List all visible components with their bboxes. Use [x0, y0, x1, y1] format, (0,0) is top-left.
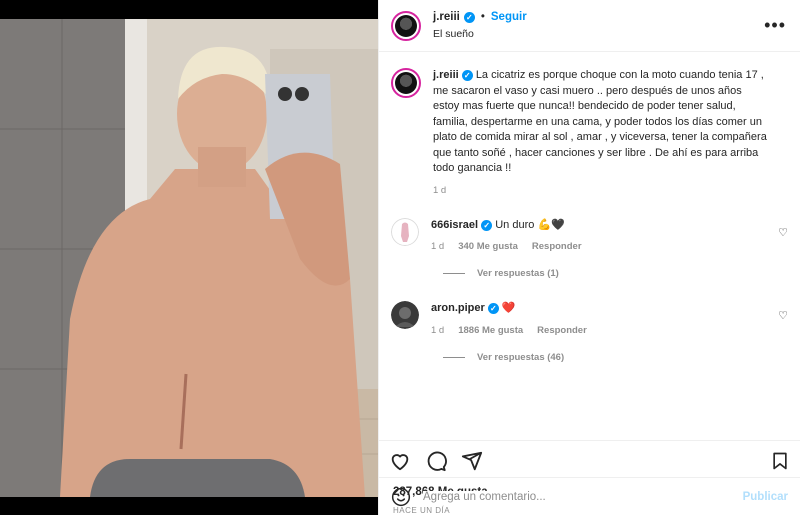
- comment-emoji: 💪🖤: [537, 218, 565, 231]
- bookmark-icon[interactable]: [770, 451, 790, 471]
- view-replies-button[interactable]: Ver respuestas (46): [443, 352, 788, 363]
- verified-icon: ✓: [481, 219, 493, 231]
- caption-time[interactable]: 1 d: [433, 185, 446, 196]
- reply-button[interactable]: Responder: [532, 241, 582, 252]
- comment-text: Un duro: [495, 218, 535, 231]
- comment-item: aron.piper ✓ ❤️ 1 d 1886 Me gusta Respon…: [391, 301, 788, 336]
- caption-text: La cicatriz es porque choque con la moto…: [433, 69, 767, 174]
- comment-username[interactable]: 666israel: [431, 219, 478, 231]
- post-header: j.reiii ✓ • Seguir El sueño •••: [379, 0, 800, 52]
- author-avatar[interactable]: [391, 10, 421, 41]
- commenter-avatar[interactable]: [391, 301, 419, 329]
- replies-divider: [443, 273, 465, 274]
- commenter-avatar[interactable]: [391, 217, 419, 246]
- comment-username[interactable]: aron.piper: [431, 302, 485, 314]
- comment-icon[interactable]: [425, 450, 447, 472]
- follow-button[interactable]: Seguir: [491, 11, 527, 23]
- verified-icon: ✓: [461, 70, 473, 82]
- view-replies-label: Ver respuestas (1): [477, 268, 559, 279]
- verified-icon: ✓: [463, 11, 475, 23]
- comment-item: 666israel ✓ Un duro 💪🖤 1 d 340 Me gusta …: [391, 217, 788, 252]
- separator-dot: •: [480, 11, 485, 23]
- post-actions: [379, 440, 800, 480]
- replies-divider: [443, 356, 465, 358]
- comment-emoji: ❤️: [501, 302, 516, 314]
- emoji-icon[interactable]: [391, 487, 411, 507]
- post-details-panel: j.reiii ✓ • Seguir El sueño ••• j.reiii …: [378, 0, 800, 515]
- post-photo: [0, 19, 378, 497]
- heart-icon[interactable]: [389, 450, 411, 472]
- author-username[interactable]: j.reiii: [433, 11, 460, 23]
- caption: j.reiii ✓ La cicatriz es porque choque c…: [391, 68, 788, 196]
- comment-time[interactable]: 1 d: [431, 325, 444, 336]
- comment-like-heart-icon[interactable]: ♡: [778, 309, 788, 322]
- view-replies-label: Ver respuestas (46): [477, 351, 565, 363]
- comment-time[interactable]: 1 d: [431, 241, 444, 252]
- verified-icon: ✓: [487, 303, 499, 315]
- caption-username[interactable]: j.reiii: [433, 69, 459, 81]
- comment-likes[interactable]: 1886 Me gusta: [458, 325, 523, 336]
- share-icon[interactable]: [461, 450, 483, 472]
- reply-button[interactable]: Responder: [537, 325, 587, 336]
- caption-avatar[interactable]: [391, 68, 421, 98]
- comment-likes[interactable]: 340 Me gusta: [458, 241, 518, 252]
- comments-section: j.reiii ✓ La cicatriz es porque choque c…: [379, 52, 800, 440]
- more-options-icon[interactable]: •••: [764, 15, 786, 36]
- comment-like-heart-icon[interactable]: ♡: [778, 226, 788, 239]
- comment-input[interactable]: [423, 490, 731, 503]
- publish-button[interactable]: Publicar: [743, 491, 788, 503]
- add-comment-bar: Publicar: [379, 477, 800, 515]
- post-media[interactable]: [0, 0, 378, 515]
- view-replies-button[interactable]: Ver respuestas (1): [443, 268, 788, 279]
- post-location[interactable]: El sueño: [433, 28, 527, 40]
